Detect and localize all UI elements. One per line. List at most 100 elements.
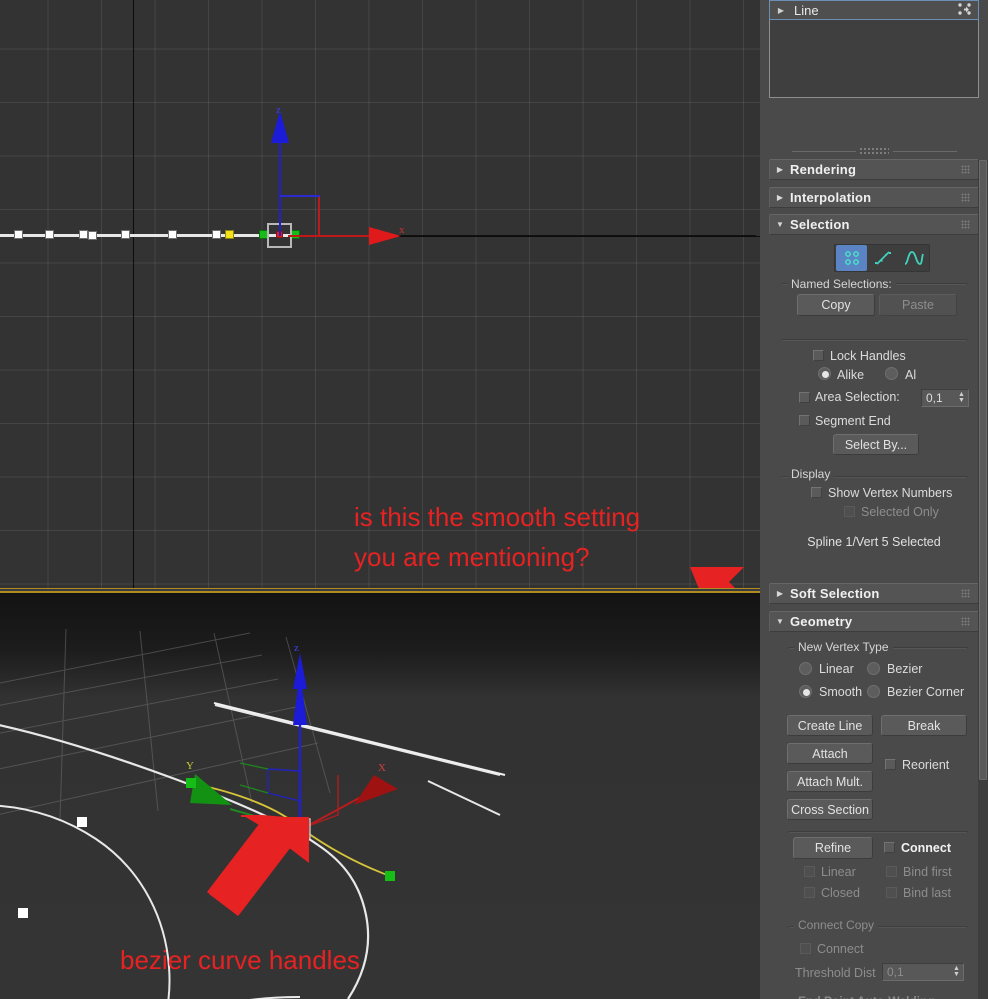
- spinner-arrows-icon[interactable]: ▲ ▼: [955, 390, 968, 406]
- annotation-arrow-to-handles: [207, 815, 309, 916]
- rollout-header-soft-selection[interactable]: ▶ Soft Selection: [769, 583, 979, 604]
- reorient-checkbox[interactable]: [885, 759, 896, 770]
- all-label: Al: [905, 368, 917, 382]
- expand-arrow-icon[interactable]: ▶: [770, 6, 792, 15]
- perspective-scene: z X Y: [0, 628, 506, 999]
- alike-radio[interactable]: [818, 367, 831, 380]
- rollout-body-selection: Named Selections: Copy Paste Lock Handle…: [769, 236, 979, 570]
- vertex-marker[interactable]: [79, 230, 88, 239]
- vertex-marker[interactable]: [168, 230, 177, 239]
- attach-button[interactable]: Attach: [787, 743, 873, 764]
- subobject-segment-button[interactable]: [867, 245, 898, 271]
- vertex-type-linear-radio[interactable]: [799, 662, 812, 675]
- rollout-header-selection[interactable]: ▼ Selection: [769, 214, 979, 235]
- rollout-label-soft-selection: Soft Selection: [790, 586, 880, 601]
- bezier-handle-marker: [385, 871, 395, 881]
- refine-connect-checkbox[interactable]: [884, 842, 895, 853]
- end-point-auto-welding-title: End Point Auto-Welding: [794, 994, 939, 999]
- select-by-button[interactable]: Select By...: [833, 434, 919, 455]
- chevron-right-icon: ▶: [776, 589, 784, 598]
- bind-first-checkbox[interactable]: [886, 866, 897, 877]
- vertex-type-bezier-radio[interactable]: [867, 662, 880, 675]
- vertex-marker[interactable]: [212, 230, 221, 239]
- all-radio[interactable]: [885, 367, 898, 380]
- refine-linear-checkbox[interactable]: [804, 866, 815, 877]
- area-selection-checkbox[interactable]: [799, 392, 810, 403]
- rollout-header-geometry[interactable]: ▼ Geometry: [769, 611, 979, 632]
- refine-closed-label: Closed: [821, 886, 860, 900]
- gizmo-zx-plane-handle[interactable]: [318, 197, 320, 237]
- annotation-smooth-question: is this the smooth setting you are menti…: [354, 502, 641, 572]
- rollout-grip-icon[interactable]: [961, 193, 970, 202]
- rollout-grip-icon[interactable]: [961, 617, 970, 626]
- rollout-label-rendering: Rendering: [790, 162, 857, 177]
- new-vertex-type-title: New Vertex Type: [794, 640, 893, 654]
- refine-connect-label: Connect: [901, 841, 951, 855]
- vertex-type-linear-label: Linear: [819, 662, 854, 676]
- perspective-transform-gizmo: z X Y: [186, 642, 398, 830]
- command-panel[interactable]: ▶ Line ▶ Rendering ▶ Interpolation ▼ Sel…: [760, 0, 988, 999]
- spline-straight-segment: [213, 702, 506, 776]
- vertex-marker[interactable]: [14, 230, 23, 239]
- gizmo-x-axis[interactable]: [288, 235, 380, 237]
- gizmo-z-axis[interactable]: [279, 140, 281, 236]
- panel-grip[interactable]: [760, 146, 988, 156]
- scrollbar-thumb[interactable]: [979, 160, 987, 780]
- subobject-spline-button[interactable]: [898, 245, 929, 271]
- vertex-marker[interactable]: [88, 231, 97, 240]
- perspective-viewport[interactable]: z X Y bezier curve handles: [0, 593, 760, 999]
- create-line-button[interactable]: Create Line: [787, 715, 873, 736]
- subobject-level-bar[interactable]: [834, 244, 930, 272]
- selection-status-text: Spline 1/Vert 5 Selected: [807, 535, 941, 549]
- rollout-grip-icon[interactable]: [961, 165, 970, 174]
- gizmo-x-arrowhead[interactable]: [369, 227, 401, 245]
- grip-line: [893, 151, 957, 152]
- segment-end-checkbox[interactable]: [799, 415, 810, 426]
- rollout-label-geometry: Geometry: [790, 614, 853, 629]
- break-button[interactable]: Break: [881, 715, 967, 736]
- new-vertex-type-group: [788, 647, 968, 709]
- refine-button[interactable]: Refine: [793, 837, 873, 859]
- area-selection-spinner[interactable]: 0,1 ▲ ▼: [921, 389, 969, 407]
- attach-mult-button[interactable]: Attach Mult.: [787, 771, 873, 792]
- rollout-label-selection: Selection: [790, 217, 850, 232]
- show-vertex-numbers-label: Show Vertex Numbers: [828, 486, 953, 500]
- modifier-stack-list[interactable]: [769, 20, 979, 98]
- rollout-header-interpolation[interactable]: ▶ Interpolation: [769, 187, 979, 208]
- vertex-marker-handle-locked[interactable]: [225, 230, 234, 239]
- vertex-type-bezier-corner-label: Bezier Corner: [887, 685, 965, 699]
- rollout-grip-icon[interactable]: [961, 589, 970, 598]
- lock-handles-checkbox[interactable]: [813, 350, 824, 361]
- threshold-dist-spinner[interactable]: 0,1 ▲ ▼: [882, 963, 964, 981]
- grip-line: [792, 151, 856, 152]
- connect-copy-connect-checkbox[interactable]: [800, 943, 811, 954]
- selected-only-label: Selected Only: [861, 505, 939, 519]
- cross-section-button[interactable]: Cross Section: [787, 799, 873, 820]
- viewport-area[interactable]: z x is this the smooth setting you are m…: [0, 0, 787, 999]
- rollout-grip-icon[interactable]: [961, 220, 970, 229]
- spinner-arrows-icon[interactable]: ▲ ▼: [950, 964, 963, 980]
- vertex-type-bezier-label: Bezier: [887, 662, 923, 676]
- annotation-bezier-handles: bezier curve handles: [120, 945, 360, 975]
- refine-closed-checkbox[interactable]: [804, 887, 815, 898]
- copy-named-selection-button[interactable]: Copy: [797, 294, 875, 316]
- rollout-header-rendering[interactable]: ▶ Rendering: [769, 159, 979, 180]
- vertex-marker[interactable]: [121, 230, 130, 239]
- command-panel-scrollbar[interactable]: [978, 160, 988, 999]
- modifier-stack-entry-line[interactable]: ▶ Line: [769, 0, 979, 20]
- vertex-type-smooth-label: Smooth: [819, 685, 863, 699]
- gizmo-zx-plane-handle[interactable]: [280, 195, 320, 197]
- bind-last-checkbox[interactable]: [886, 887, 897, 898]
- vertex-type-smooth-radio[interactable]: [799, 685, 812, 698]
- show-vertex-numbers-checkbox[interactable]: [811, 487, 822, 498]
- move-modifier-icon[interactable]: [956, 1, 978, 20]
- vertex-marker[interactable]: [45, 230, 54, 239]
- paste-named-selection-button[interactable]: Paste: [879, 294, 957, 316]
- vertex-type-bezier-corner-radio[interactable]: [867, 685, 880, 698]
- selected-only-checkbox[interactable]: [844, 506, 855, 517]
- front-viewport[interactable]: z x is this the smooth setting you are m…: [0, 0, 760, 588]
- subobject-vertex-button[interactable]: [836, 245, 867, 271]
- lock-handles-label: Lock Handles: [830, 349, 906, 363]
- gizmo-z-label: z: [276, 104, 281, 116]
- grip-dots: [859, 147, 889, 155]
